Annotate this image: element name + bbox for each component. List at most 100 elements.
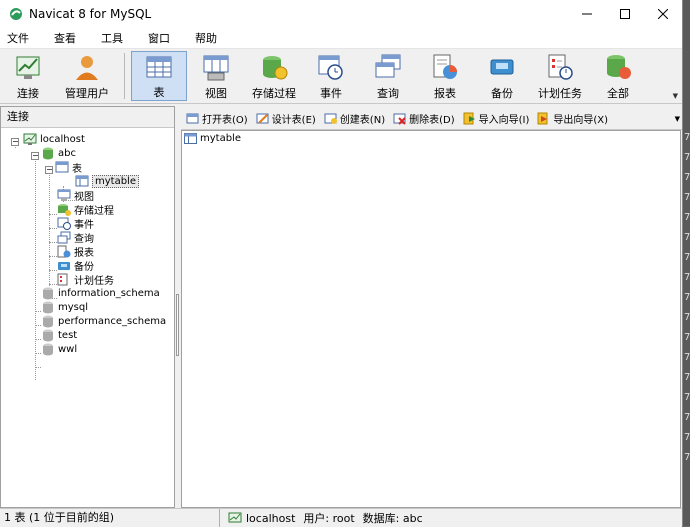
table-icon (184, 133, 197, 144)
database-closed-icon (41, 343, 55, 356)
delete-table-button[interactable]: 删除表(D) (393, 111, 455, 126)
tree-database-test[interactable]: test (41, 328, 77, 342)
database-icon (41, 147, 55, 160)
toolbar-event-label: 事件 (320, 87, 342, 100)
view-icon (57, 189, 71, 202)
user-icon (72, 52, 102, 82)
tree-reports[interactable]: 报表 (57, 244, 94, 259)
tree-tables-group[interactable]: 表 (55, 160, 82, 175)
status-count: 1 表 (1 位于目前的组) (0, 509, 220, 527)
export-wizard-button[interactable]: 导出向导(X) (537, 111, 608, 126)
background-char: 7 (684, 452, 690, 463)
toolbar-manage-users-button[interactable]: 管理用户 (56, 51, 118, 101)
toolbar-manage-users-label: 管理用户 (65, 87, 109, 100)
report-icon (430, 52, 460, 82)
event-icon (316, 52, 346, 82)
tree-database-mysql[interactable]: mysql (41, 300, 88, 314)
toolbar-event-button[interactable]: 事件 (303, 51, 359, 101)
tree-procedures[interactable]: 存储过程 (57, 202, 114, 217)
tree-schedules-label: 计划任务 (74, 275, 114, 287)
toolbar-backup-button[interactable]: 备份 (473, 51, 531, 101)
collapse-tables-toggle[interactable]: − (45, 166, 53, 174)
toolbar-procedure-button[interactable]: 存储过程 (245, 51, 303, 101)
table-icon (75, 175, 89, 188)
import-wizard-icon (463, 112, 476, 125)
background-char: 7 (684, 372, 690, 383)
design-table-label: 设计表(E) (271, 114, 316, 126)
background-char: 7 (684, 412, 690, 423)
close-button[interactable] (644, 0, 682, 28)
open-table-button[interactable]: 打开表(O) (186, 111, 248, 126)
tree-database-abc[interactable]: abc (41, 146, 76, 160)
menu-help[interactable]: 帮助 (188, 30, 227, 46)
tree-schedules[interactable]: 计划任务 (57, 272, 114, 287)
menu-tools[interactable]: 工具 (94, 30, 133, 46)
toolbar-schedule-label: 计划任务 (538, 87, 582, 100)
menu-file[interactable]: 文件 (0, 30, 39, 46)
status-connection: localhost (246, 511, 296, 525)
query-icon (373, 52, 403, 82)
background-char: 7 (684, 332, 690, 343)
toolbar-all-button[interactable]: 全部 (589, 51, 647, 101)
create-table-button[interactable]: 创建表(N) (324, 111, 385, 126)
background-char: 7 (684, 432, 690, 443)
toolbar-report-button[interactable]: 报表 (417, 51, 473, 101)
toolbar-backup-label: 备份 (491, 87, 513, 100)
collapse-abc-toggle[interactable]: − (31, 152, 39, 160)
tree-queries-label: 查询 (74, 233, 94, 245)
toolbar-separator (124, 53, 125, 99)
toolbar-view-button[interactable]: 视图 (187, 51, 245, 101)
tree-table-label: mytable (92, 174, 139, 188)
toolbar-connect-button[interactable]: 连接 (0, 51, 56, 101)
connect-icon (13, 52, 43, 82)
tree-views[interactable]: 视图 (57, 188, 94, 203)
menu-window[interactable]: 窗口 (141, 30, 180, 46)
status-database: 数据库: abc (362, 512, 423, 525)
maximize-button[interactable] (606, 0, 644, 28)
tree-database-wwl[interactable]: wwl (41, 342, 77, 356)
toolbar-query-button[interactable]: 查询 (359, 51, 417, 101)
background-char: 7 (684, 212, 690, 223)
tree-database-performance-schema[interactable]: performance_schema (41, 314, 166, 328)
schedule-icon (57, 273, 71, 286)
tree-connection-localhost[interactable]: localhost (23, 132, 85, 146)
tree-events[interactable]: 事件 (57, 216, 94, 231)
minimize-button[interactable] (568, 0, 606, 28)
menu-view[interactable]: 查看 (47, 30, 86, 46)
toolbar-table-button[interactable]: 表 (131, 51, 187, 101)
toolbar-overflow-icon[interactable]: ▼ (673, 92, 678, 100)
table-icon (144, 52, 174, 81)
toolbar-schedule-button[interactable]: 计划任务 (531, 51, 589, 101)
connection-icon (23, 133, 37, 146)
open-table-icon (186, 112, 199, 125)
splitter-grip[interactable] (176, 294, 179, 356)
toolbar-view-label: 视图 (205, 87, 227, 100)
object-list: mytable (181, 130, 681, 508)
tree-database-information-schema[interactable]: information_schema (41, 286, 160, 300)
tree-table-mytable[interactable]: mytable (75, 174, 139, 188)
import-wizard-label: 导入向导(I) (478, 114, 530, 126)
database-closed-icon (41, 301, 55, 314)
toolbar-procedure-label: 存储过程 (252, 87, 296, 100)
import-wizard-button[interactable]: 导入向导(I) (463, 111, 530, 126)
object-toolbar-overflow-icon[interactable]: ▼ (675, 115, 680, 123)
background-char: 7 (684, 312, 690, 323)
tree-queries[interactable]: 查询 (57, 230, 94, 245)
view-icon (201, 52, 231, 82)
query-icon (57, 231, 71, 244)
collapse-localhost-toggle[interactable]: − (11, 138, 19, 146)
window-title: Navicat 8 for MySQL (29, 7, 152, 21)
background-char: 7 (684, 292, 690, 303)
app-window: Navicat 8 for MySQL 文件 查看 工具 窗口 帮助 连接 管理… (0, 0, 683, 527)
tree-views-label: 视图 (74, 191, 94, 203)
background-char: 7 (684, 232, 690, 243)
main-toolbar: 连接 管理用户 表 视图 存储过程 事件 查询 报表 备份 计划任务 全部 ▼ (0, 49, 682, 104)
table-group-icon (55, 161, 69, 174)
tree-backups[interactable]: 备份 (57, 258, 94, 273)
design-table-button[interactable]: 设计表(E) (256, 111, 316, 126)
object-toolbar: 打开表(O) 设计表(E) 创建表(N) 删除表(D) 导入向导(I) 导出向导… (181, 107, 682, 130)
tree-db-label: wwl (58, 343, 78, 355)
all-icon (603, 52, 633, 82)
background-char: 7 (684, 252, 690, 263)
object-item-mytable[interactable]: mytable (184, 133, 241, 144)
